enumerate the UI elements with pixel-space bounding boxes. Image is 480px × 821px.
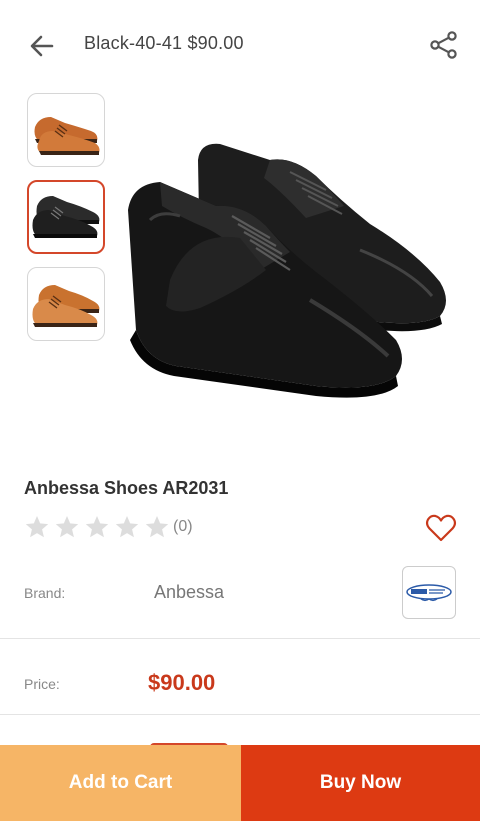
price-value: $90.00 (148, 670, 216, 695)
bottom-action-bar: Add to Cart Buy Now (0, 745, 480, 821)
share-button[interactable] (427, 28, 461, 62)
thumbnail-brown-1[interactable] (27, 93, 105, 167)
thumbnail-brown-2[interactable] (27, 267, 105, 341)
brand-value: Anbessa (154, 582, 225, 602)
black-shoe-image (32, 196, 100, 238)
star-empty-icon (115, 515, 139, 538)
divider (0, 638, 480, 639)
star-empty-icon (145, 515, 169, 538)
wishlist-button[interactable] (424, 512, 458, 544)
back-button[interactable] (26, 30, 58, 62)
top-bar: Black-40-41 $90.00 (0, 0, 480, 88)
arrow-left-icon (30, 35, 54, 57)
main-product-image (120, 120, 460, 420)
divider (0, 714, 480, 715)
share-icon (430, 31, 457, 59)
heart-icon (425, 514, 457, 542)
brand-logo-icon (406, 583, 452, 601)
product-name: Anbessa Shoes AR2031 (24, 478, 229, 498)
price-label: Price: (24, 676, 60, 692)
rating-count: (0) (173, 518, 193, 535)
add-to-cart-button[interactable]: Add to Cart (0, 745, 241, 821)
brown-shoe-image (32, 285, 100, 327)
star-empty-icon (85, 515, 109, 538)
brand-label: Brand: (24, 585, 66, 601)
page-title: Black-40-41 $90.00 (84, 33, 244, 53)
brand-logo-button[interactable] (402, 566, 456, 619)
rating-stars (24, 514, 170, 540)
brown-shoe-image (34, 117, 100, 155)
thumbnail-black[interactable] (27, 180, 105, 254)
buy-now-button[interactable]: Buy Now (241, 745, 480, 821)
star-empty-icon (55, 515, 79, 538)
black-oxford-shoes-image (128, 143, 446, 398)
star-empty-icon (25, 515, 49, 538)
